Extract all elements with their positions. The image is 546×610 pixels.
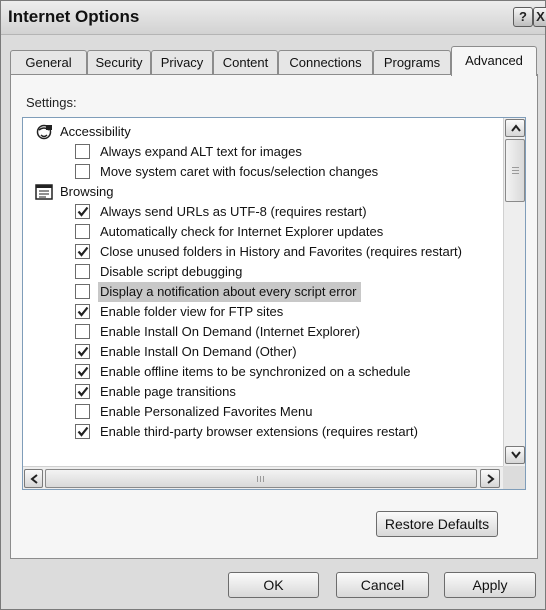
setting-label: Always send URLs as UTF-8 (requires rest… — [100, 204, 367, 219]
tab-programs[interactable]: Programs — [373, 50, 451, 75]
tab-general[interactable]: General — [10, 50, 87, 75]
ok-button[interactable]: OK — [228, 572, 319, 598]
setting-row[interactable]: Enable offline items to be synchronized … — [75, 362, 503, 382]
horizontal-scroll-thumb[interactable] — [45, 469, 477, 488]
restore-defaults-button[interactable]: Restore Defaults — [376, 511, 498, 537]
tab-content[interactable]: Content — [213, 50, 278, 75]
setting-checkbox[interactable] — [75, 404, 90, 419]
title-bar[interactable]: Internet Options ? X — [1, 1, 546, 35]
vertical-scroll-thumb[interactable] — [505, 139, 525, 202]
arrow-right-icon — [487, 474, 495, 484]
setting-checkbox[interactable] — [75, 264, 90, 279]
setting-row[interactable]: Always send URLs as UTF-8 (requires rest… — [75, 202, 503, 222]
setting-label: Enable offline items to be synchronized … — [100, 364, 411, 379]
setting-label: Display a notification about every scrip… — [98, 282, 361, 302]
settings-rows: Accessibility Always expand ALT text for … — [23, 118, 503, 466]
tab-connections[interactable]: Connections — [278, 50, 373, 75]
scroll-down-button[interactable] — [505, 446, 525, 464]
setting-checkbox[interactable] — [75, 144, 90, 159]
setting-row[interactable]: Enable page transitions — [75, 382, 503, 402]
setting-row[interactable]: Automatically check for Internet Explore… — [75, 222, 503, 242]
setting-row[interactable]: Disable script debugging — [75, 262, 503, 282]
setting-label: Enable page transitions — [100, 384, 236, 399]
arrow-down-icon — [511, 451, 521, 459]
browsing-icon — [35, 184, 53, 200]
scroll-right-button[interactable] — [480, 469, 500, 488]
settings-list[interactable]: Accessibility Always expand ALT text for … — [22, 117, 526, 490]
tab-security[interactable]: Security — [87, 50, 151, 75]
tab-privacy[interactable]: Privacy — [151, 50, 213, 75]
setting-row[interactable]: Move system caret with focus/selection c… — [75, 162, 503, 182]
setting-row[interactable]: Enable third-party browser extensions (r… — [75, 422, 503, 442]
setting-row[interactable]: Enable Install On Demand (Other) — [75, 342, 503, 362]
setting-row[interactable]: Enable folder view for FTP sites — [75, 302, 503, 322]
setting-label: Enable third-party browser extensions (r… — [100, 424, 418, 439]
setting-label: Move system caret with focus/selection c… — [100, 164, 379, 179]
arrow-left-icon — [30, 474, 38, 484]
internet-options-dialog: Internet Options ? X General Security Pr… — [0, 0, 546, 610]
scrollbar-corner — [503, 466, 525, 489]
accessibility-icon — [35, 124, 53, 140]
setting-checkbox[interactable] — [75, 204, 90, 219]
setting-label: Automatically check for Internet Explore… — [100, 224, 384, 239]
setting-label: Enable Personalized Favorites Menu — [100, 404, 313, 419]
setting-checkbox[interactable] — [75, 324, 90, 339]
close-button[interactable]: X — [533, 7, 546, 27]
vertical-scrollbar[interactable] — [503, 118, 525, 466]
setting-row[interactable]: Always expand ALT text for images — [75, 142, 503, 162]
setting-label: Always expand ALT text for images — [100, 144, 302, 159]
category-row: Accessibility — [35, 122, 335, 142]
setting-checkbox[interactable] — [75, 424, 90, 439]
setting-checkbox[interactable] — [75, 224, 90, 239]
setting-row[interactable]: Display a notification about every scrip… — [75, 282, 503, 302]
setting-checkbox[interactable] — [75, 164, 90, 179]
setting-row[interactable]: Close unused folders in History and Favo… — [75, 242, 503, 262]
cancel-button[interactable]: Cancel — [336, 572, 429, 598]
settings-label: Settings: — [26, 95, 77, 110]
setting-checkbox[interactable] — [75, 284, 90, 299]
window-title: Internet Options — [8, 7, 140, 26]
setting-checkbox[interactable] — [75, 304, 90, 319]
arrow-up-icon — [511, 124, 521, 132]
setting-checkbox[interactable] — [75, 344, 90, 359]
setting-checkbox[interactable] — [75, 384, 90, 399]
apply-button[interactable]: Apply — [444, 572, 536, 598]
category-row: Browsing — [35, 182, 335, 202]
setting-label: Enable Install On Demand (Other) — [100, 344, 297, 359]
setting-row[interactable]: Enable Install On Demand (Internet Explo… — [75, 322, 503, 342]
horizontal-scrollbar[interactable] — [23, 466, 503, 489]
setting-label: Disable script debugging — [100, 264, 243, 279]
help-button[interactable]: ? — [513, 7, 533, 27]
tab-advanced[interactable]: Advanced — [451, 46, 537, 76]
setting-row[interactable]: Enable Personalized Favorites Menu — [75, 402, 503, 422]
category-label: Browsing — [60, 184, 114, 199]
setting-label: Enable Install On Demand (Internet Explo… — [100, 324, 361, 339]
setting-checkbox[interactable] — [75, 364, 90, 379]
scroll-up-button[interactable] — [505, 119, 525, 137]
category-label: Accessibility — [60, 124, 131, 139]
setting-label: Close unused folders in History and Favo… — [100, 244, 462, 259]
setting-checkbox[interactable] — [75, 244, 90, 259]
scroll-left-button[interactable] — [24, 469, 43, 488]
setting-label: Enable folder view for FTP sites — [100, 304, 284, 319]
